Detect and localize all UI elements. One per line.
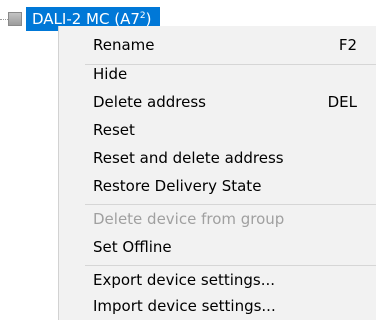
menu-item-label: Delete device from group bbox=[93, 210, 285, 228]
menu-item-reset[interactable]: Reset bbox=[59, 116, 376, 144]
menu-item-hide[interactable]: Hide bbox=[59, 60, 376, 88]
menu-item-reset-and-delete-address[interactable]: Reset and delete address bbox=[59, 144, 376, 172]
menu-item-rename[interactable]: Rename F2 bbox=[59, 31, 376, 59]
menu-item-import-device-settings[interactable]: Import device settings... bbox=[59, 292, 376, 320]
device-icon[interactable] bbox=[8, 12, 22, 26]
menu-item-delete-device-from-group: Delete device from group bbox=[59, 205, 376, 233]
menu-item-label: Restore Delivery State bbox=[93, 177, 262, 195]
menu-item-label: Rename bbox=[93, 36, 155, 54]
menu-item-label: Reset bbox=[93, 121, 135, 139]
menu-item-label: Export device settings... bbox=[93, 271, 276, 289]
menu-item-set-offline[interactable]: Set Offline bbox=[59, 233, 376, 261]
menu-item-export-device-settings[interactable]: Export device settings... bbox=[59, 266, 376, 294]
menu-item-shortcut: DEL bbox=[327, 93, 357, 111]
menu-item-label: Reset and delete address bbox=[93, 149, 284, 167]
menu-item-label: Hide bbox=[93, 65, 128, 83]
menu-item-label: Import device settings... bbox=[93, 297, 276, 315]
menu-item-label: Set Offline bbox=[93, 238, 172, 256]
tree-connector-line bbox=[0, 19, 8, 20]
menu-item-shortcut: F2 bbox=[338, 36, 357, 54]
menu-item-label: Delete address bbox=[93, 93, 206, 111]
screen: DALI-2 MC (A72) Rename F2 Hide Delete ad… bbox=[0, 0, 376, 320]
context-menu: Rename F2 Hide Delete address DEL Reset … bbox=[58, 26, 376, 320]
menu-item-delete-address[interactable]: Delete address DEL bbox=[59, 88, 376, 116]
menu-item-restore-delivery-state[interactable]: Restore Delivery State bbox=[59, 172, 376, 200]
